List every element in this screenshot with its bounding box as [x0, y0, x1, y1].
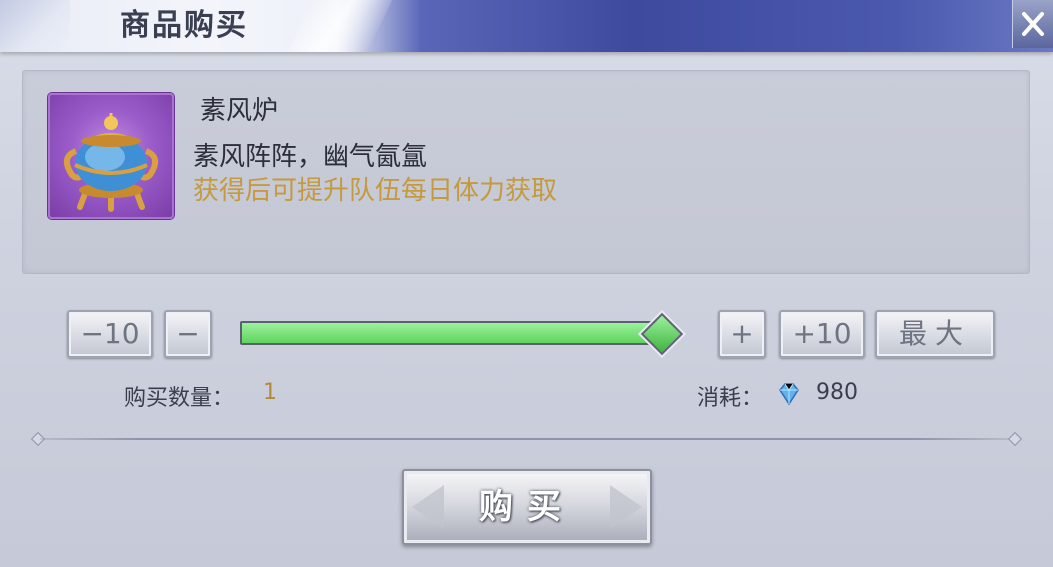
buy-button-label: 购买	[479, 487, 575, 527]
title-bar: 商品购买	[0, 0, 1053, 52]
quantity-label: 购买数量：	[124, 386, 235, 411]
quantity-value: 1	[263, 380, 277, 405]
divider-end-right	[1007, 431, 1023, 447]
slider-fill	[242, 323, 662, 343]
cost-label: 消耗：	[697, 386, 764, 411]
item-effect: 获得后可提升队伍每日体力获取	[193, 176, 558, 206]
minus-10-button[interactable]: −10	[67, 310, 153, 358]
buy-button[interactable]: 购买	[402, 469, 652, 545]
max-button[interactable]: 最大	[875, 310, 995, 358]
divider	[40, 438, 1013, 440]
cost-value: 980	[816, 380, 858, 405]
plus-button[interactable]: +	[718, 310, 766, 358]
item-name: 素风炉	[200, 96, 279, 126]
diamond-icon	[779, 383, 799, 406]
page-title: 商品购买	[120, 8, 248, 43]
close-icon	[1022, 12, 1044, 36]
censer-icon	[48, 93, 174, 219]
title-decoration	[0, 0, 70, 52]
item-description: 素风阵阵，幽气氤氲	[193, 142, 428, 172]
quantity-slider[interactable]	[240, 321, 664, 345]
title-shine	[287, 0, 393, 52]
slider-handle[interactable]	[640, 312, 684, 356]
plus-10-button[interactable]: +10	[779, 310, 865, 358]
minus-button[interactable]: −	[164, 310, 212, 358]
close-button[interactable]	[1012, 0, 1053, 48]
